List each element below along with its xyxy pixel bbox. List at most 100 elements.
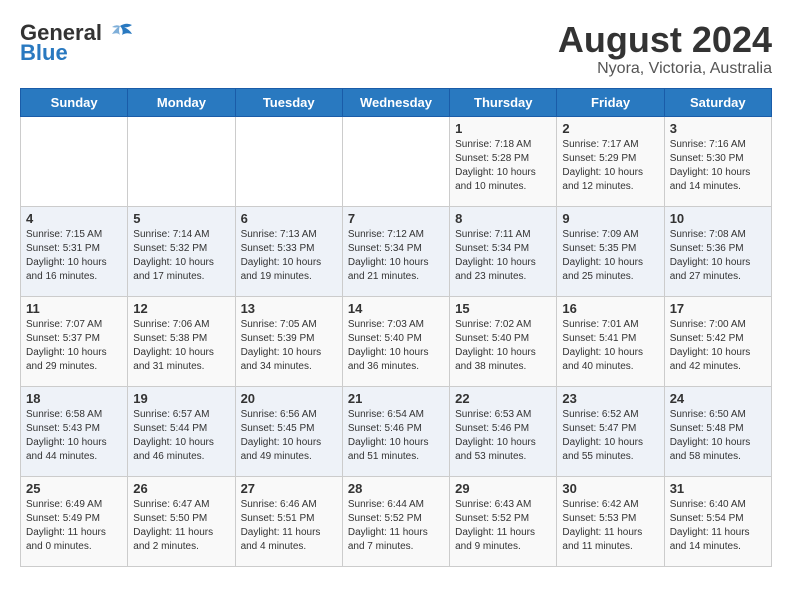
day-info: Sunrise: 6:47 AMSunset: 5:50 PMDaylight:… xyxy=(133,498,229,554)
day-info: Sunrise: 6:57 AMSunset: 5:44 PMDaylight:… xyxy=(133,408,229,464)
day-number: 7 xyxy=(348,211,444,226)
table-row: 23 Sunrise: 6:52 AMSunset: 5:47 PMDayligh… xyxy=(557,386,664,476)
table-row: 28 Sunrise: 6:44 AMSunset: 5:52 PMDayligh… xyxy=(342,476,449,566)
day-number: 17 xyxy=(670,301,766,316)
day-info: Sunrise: 6:44 AMSunset: 5:52 PMDaylight:… xyxy=(348,498,444,554)
table-row: 30 Sunrise: 6:42 AMSunset: 5:53 PMDayligh… xyxy=(557,476,664,566)
table-row: 10 Sunrise: 7:08 AMSunset: 5:36 PMDayligh… xyxy=(664,206,771,296)
table-row: 26 Sunrise: 6:47 AMSunset: 5:50 PMDayligh… xyxy=(128,476,235,566)
header-monday: Monday xyxy=(128,88,235,116)
day-number: 19 xyxy=(133,391,229,406)
day-number: 24 xyxy=(670,391,766,406)
calendar-table: Sunday Monday Tuesday Wednesday Thursday… xyxy=(20,88,772,567)
day-number: 8 xyxy=(455,211,551,226)
day-number: 29 xyxy=(455,481,551,496)
title-block: August 2024 Nyora, Victoria, Australia xyxy=(558,20,772,78)
calendar-week-row: 11 Sunrise: 7:07 AMSunset: 5:37 PMDayligh… xyxy=(21,296,772,386)
day-number: 1 xyxy=(455,121,551,136)
day-info: Sunrise: 7:14 AMSunset: 5:32 PMDaylight:… xyxy=(133,228,229,284)
day-info: Sunrise: 6:46 AMSunset: 5:51 PMDaylight:… xyxy=(241,498,337,554)
table-row: 18 Sunrise: 6:58 AMSunset: 5:43 PMDayligh… xyxy=(21,386,128,476)
table-row: 13 Sunrise: 7:05 AMSunset: 5:39 PMDayligh… xyxy=(235,296,342,386)
day-info: Sunrise: 6:49 AMSunset: 5:49 PMDaylight:… xyxy=(26,498,122,554)
day-number: 25 xyxy=(26,481,122,496)
table-row: 1 Sunrise: 7:18 AMSunset: 5:28 PMDaylight… xyxy=(450,116,557,206)
page-header: General Blue August 2024 Nyora, Victoria… xyxy=(20,20,772,78)
day-number: 4 xyxy=(26,211,122,226)
calendar-subtitle: Nyora, Victoria, Australia xyxy=(558,60,772,78)
table-row: 20Sunrise: 6:56 AMSunset: 5:45 PMDayligh… xyxy=(235,386,342,476)
day-number: 22 xyxy=(455,391,551,406)
table-row: 29 Sunrise: 6:43 AMSunset: 5:52 PMDayligh… xyxy=(450,476,557,566)
table-row: 8 Sunrise: 7:11 AMSunset: 5:34 PMDaylight… xyxy=(450,206,557,296)
day-info: Sunrise: 6:52 AMSunset: 5:47 PMDaylight:… xyxy=(562,408,658,464)
day-number: 30 xyxy=(562,481,658,496)
logo-bird-icon xyxy=(106,22,134,44)
day-number: 13 xyxy=(241,301,337,316)
day-info: Sunrise: 7:15 AMSunset: 5:31 PMDaylight:… xyxy=(26,228,122,284)
day-number: 10 xyxy=(670,211,766,226)
day-info: Sunrise: 6:58 AMSunset: 5:43 PMDaylight:… xyxy=(26,408,122,464)
table-row xyxy=(235,116,342,206)
day-info: Sunrise: 6:42 AMSunset: 5:53 PMDaylight:… xyxy=(562,498,658,554)
table-row: 24 Sunrise: 6:50 AMSunset: 5:48 PMDayligh… xyxy=(664,386,771,476)
day-info: Sunrise: 6:53 AMSunset: 5:46 PMDaylight:… xyxy=(455,408,551,464)
table-row: 9Sunrise: 7:09 AMSunset: 5:35 PMDaylight… xyxy=(557,206,664,296)
day-number: 23 xyxy=(562,391,658,406)
day-info: Sunrise: 7:00 AMSunset: 5:42 PMDaylight:… xyxy=(670,318,766,374)
day-info: Sunrise: 7:05 AMSunset: 5:39 PMDaylight:… xyxy=(241,318,337,374)
day-number: 14 xyxy=(348,301,444,316)
table-row: 19 Sunrise: 6:57 AMSunset: 5:44 PMDayligh… xyxy=(128,386,235,476)
table-row: 2 Sunrise: 7:17 AMSunset: 5:29 PMDaylight… xyxy=(557,116,664,206)
table-row: 5 Sunrise: 7:14 AMSunset: 5:32 PMDaylight… xyxy=(128,206,235,296)
day-number: 20 xyxy=(241,391,337,406)
table-row: 15Sunrise: 7:02 AMSunset: 5:40 PMDayligh… xyxy=(450,296,557,386)
day-info: Sunrise: 7:13 AMSunset: 5:33 PMDaylight:… xyxy=(241,228,337,284)
day-number: 5 xyxy=(133,211,229,226)
table-row: 12Sunrise: 7:06 AMSunset: 5:38 PMDayligh… xyxy=(128,296,235,386)
day-info: Sunrise: 7:08 AMSunset: 5:36 PMDaylight:… xyxy=(670,228,766,284)
day-number: 16 xyxy=(562,301,658,316)
header-thursday: Thursday xyxy=(450,88,557,116)
day-info: Sunrise: 7:18 AMSunset: 5:28 PMDaylight:… xyxy=(455,138,551,194)
day-info: Sunrise: 6:40 AMSunset: 5:54 PMDaylight:… xyxy=(670,498,766,554)
day-info: Sunrise: 7:03 AMSunset: 5:40 PMDaylight:… xyxy=(348,318,444,374)
day-number: 26 xyxy=(133,481,229,496)
day-number: 18 xyxy=(26,391,122,406)
table-row: 21 Sunrise: 6:54 AMSunset: 5:46 PMDayligh… xyxy=(342,386,449,476)
calendar-week-row: 18 Sunrise: 6:58 AMSunset: 5:43 PMDayligh… xyxy=(21,386,772,476)
day-number: 28 xyxy=(348,481,444,496)
header-saturday: Saturday xyxy=(664,88,771,116)
day-info: Sunrise: 7:02 AMSunset: 5:40 PMDaylight:… xyxy=(455,318,551,374)
logo: General Blue xyxy=(20,20,134,64)
header-friday: Friday xyxy=(557,88,664,116)
day-number: 27 xyxy=(241,481,337,496)
table-row: 6Sunrise: 7:13 AMSunset: 5:33 PMDaylight… xyxy=(235,206,342,296)
day-info: Sunrise: 7:17 AMSunset: 5:29 PMDaylight:… xyxy=(562,138,658,194)
calendar-week-row: 25 Sunrise: 6:49 AMSunset: 5:49 PMDayligh… xyxy=(21,476,772,566)
table-row: 17 Sunrise: 7:00 AMSunset: 5:42 PMDayligh… xyxy=(664,296,771,386)
table-row: 14 Sunrise: 7:03 AMSunset: 5:40 PMDayligh… xyxy=(342,296,449,386)
day-info: Sunrise: 7:01 AMSunset: 5:41 PMDaylight:… xyxy=(562,318,658,374)
day-info: Sunrise: 6:43 AMSunset: 5:52 PMDaylight:… xyxy=(455,498,551,554)
day-info: Sunrise: 7:07 AMSunset: 5:37 PMDaylight:… xyxy=(26,318,122,374)
day-info: Sunrise: 7:16 AMSunset: 5:30 PMDaylight:… xyxy=(670,138,766,194)
calendar-week-row: 4 Sunrise: 7:15 AMSunset: 5:31 PMDaylight… xyxy=(21,206,772,296)
day-info: Sunrise: 6:50 AMSunset: 5:48 PMDaylight:… xyxy=(670,408,766,464)
table-row: 16 Sunrise: 7:01 AMSunset: 5:41 PMDayligh… xyxy=(557,296,664,386)
table-row xyxy=(21,116,128,206)
day-info: Sunrise: 7:11 AMSunset: 5:34 PMDaylight:… xyxy=(455,228,551,284)
day-info: Sunrise: 6:54 AMSunset: 5:46 PMDaylight:… xyxy=(348,408,444,464)
table-row: 7Sunrise: 7:12 AMSunset: 5:34 PMDaylight… xyxy=(342,206,449,296)
header-wednesday: Wednesday xyxy=(342,88,449,116)
weekday-header-row: Sunday Monday Tuesday Wednesday Thursday… xyxy=(21,88,772,116)
header-tuesday: Tuesday xyxy=(235,88,342,116)
day-number: 2 xyxy=(562,121,658,136)
day-number: 21 xyxy=(348,391,444,406)
table-row: 4 Sunrise: 7:15 AMSunset: 5:31 PMDaylight… xyxy=(21,206,128,296)
day-number: 31 xyxy=(670,481,766,496)
day-number: 11 xyxy=(26,301,122,316)
table-row: 25 Sunrise: 6:49 AMSunset: 5:49 PMDayligh… xyxy=(21,476,128,566)
table-row: 3Sunrise: 7:16 AMSunset: 5:30 PMDaylight… xyxy=(664,116,771,206)
day-info: Sunrise: 7:09 AMSunset: 5:35 PMDaylight:… xyxy=(562,228,658,284)
